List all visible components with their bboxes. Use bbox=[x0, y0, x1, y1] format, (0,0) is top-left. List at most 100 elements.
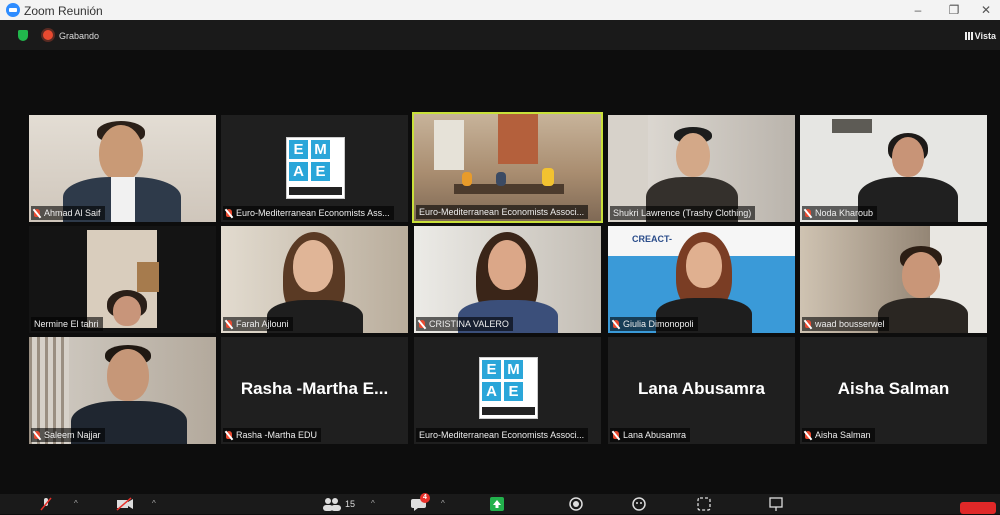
participants-icon bbox=[323, 498, 341, 511]
logo-caption bbox=[482, 407, 535, 415]
participant-name-bar: Euro-Mediterranean Economists Ass... bbox=[223, 206, 394, 220]
participant-name: Euro-Mediterranean Economists Associ... bbox=[419, 430, 585, 440]
record-button[interactable] bbox=[569, 497, 583, 511]
video-tile[interactable]: Nermine El tahri bbox=[29, 226, 216, 333]
meeting-info-bar: Grabando Vista bbox=[0, 20, 1000, 50]
reactions-button[interactable] bbox=[632, 497, 646, 511]
whiteboard-button[interactable] bbox=[769, 497, 783, 511]
video-tile-active-speaker[interactable]: Euro-Mediterranean Economists Associ... bbox=[412, 112, 603, 223]
participant-name: Euro-Mediterranean Economists Associ... bbox=[419, 207, 585, 217]
video-tile[interactable]: E M A E Euro-Mediterranean Economists As… bbox=[221, 115, 408, 222]
video-tile[interactable]: E M A E Euro-Mediterranean Economists As… bbox=[414, 337, 601, 444]
person-head bbox=[902, 252, 940, 298]
muted-mic-icon bbox=[805, 209, 811, 217]
participant-name-bar: Farah Ajlouni bbox=[223, 317, 293, 331]
video-tile[interactable]: Saleem Najjar bbox=[29, 337, 216, 444]
muted-mic-icon bbox=[805, 320, 811, 328]
logo-letter: A bbox=[289, 162, 308, 181]
end-meeting-button[interactable] bbox=[960, 502, 996, 514]
logo-letter: E bbox=[504, 382, 523, 401]
person-head bbox=[892, 137, 924, 177]
brick-wall bbox=[498, 114, 538, 164]
logo-letter: A bbox=[482, 382, 501, 401]
participant-name-bar: Euro-Mediterranean Economists Associ... bbox=[416, 205, 589, 219]
minimize-button[interactable]: – bbox=[908, 2, 928, 18]
video-tile[interactable]: Aisha Salman Aisha Salman bbox=[800, 337, 987, 444]
participant-name: Noda Kharoub bbox=[815, 208, 874, 218]
muted-mic-icon bbox=[226, 320, 232, 328]
muted-mic-icon bbox=[805, 431, 811, 439]
participant-name-bar: Lana Abusamra bbox=[610, 428, 691, 442]
logo-letter: E bbox=[289, 140, 308, 159]
audio-options-chevron-icon[interactable]: ^ bbox=[74, 497, 78, 511]
video-tile[interactable]: Lana Abusamra Lana Abusamra bbox=[608, 337, 795, 444]
participant-name-bar: Noda Kharoub bbox=[802, 206, 878, 220]
banner-text: CREACT- bbox=[632, 234, 672, 244]
person-head bbox=[107, 349, 149, 401]
apps-icon bbox=[697, 497, 711, 511]
participant-display-name: Aisha Salman bbox=[837, 379, 950, 398]
participant-name: Rasha -Martha EDU bbox=[236, 430, 318, 440]
chat-button[interactable]: 4 bbox=[410, 493, 430, 511]
video-tile[interactable]: Noda Kharoub bbox=[800, 115, 987, 222]
person-body bbox=[878, 298, 968, 333]
video-tile[interactable]: Shukri Lawrence (Trashy Clothing) bbox=[608, 115, 795, 222]
recording-icon bbox=[43, 30, 53, 40]
participant-name-bar: Euro-Mediterranean Economists Associ... bbox=[416, 428, 589, 442]
video-options-chevron-icon[interactable]: ^ bbox=[152, 497, 156, 511]
muted-mic-icon bbox=[226, 209, 232, 217]
muted-mic-icon bbox=[34, 431, 40, 439]
video-tile[interactable]: Ahmad Al Saif bbox=[29, 115, 216, 222]
person-head bbox=[113, 296, 141, 326]
participant-name: Nermine El tahri bbox=[34, 319, 99, 329]
video-tile[interactable]: CRISTINA VALERO bbox=[414, 226, 601, 333]
person-head bbox=[686, 242, 722, 288]
recording-label: Grabando bbox=[59, 31, 100, 41]
participant-name: waad bousserwel bbox=[815, 319, 885, 329]
apps-button[interactable] bbox=[697, 497, 711, 511]
mute-button[interactable] bbox=[40, 497, 52, 511]
person-head bbox=[99, 125, 143, 181]
person bbox=[496, 172, 506, 186]
record-icon bbox=[569, 497, 583, 511]
participant-name-bar: waad bousserwel bbox=[802, 317, 889, 331]
chat-options-chevron-icon[interactable]: ^ bbox=[441, 497, 445, 511]
person bbox=[462, 172, 472, 186]
meeting-toolbar: ^ ^ 15 ^ 4 ^ bbox=[0, 493, 1000, 514]
wall-frame bbox=[832, 119, 872, 133]
zoom-logo-icon bbox=[6, 3, 20, 17]
microphone-muted-icon bbox=[40, 497, 52, 511]
logo-caption bbox=[289, 187, 342, 195]
restore-button[interactable]: ❐ bbox=[944, 2, 964, 18]
video-tile[interactable]: CREACT- Giulia Dimonopoli bbox=[608, 226, 795, 333]
shirt bbox=[111, 177, 135, 222]
view-button[interactable]: Vista bbox=[964, 31, 996, 41]
participant-name: Farah Ajlouni bbox=[236, 319, 289, 329]
participants-options-chevron-icon[interactable]: ^ bbox=[371, 497, 375, 511]
muted-mic-icon bbox=[613, 320, 619, 328]
person-head bbox=[676, 133, 710, 177]
participant-name: Ahmad Al Saif bbox=[44, 208, 101, 218]
emea-logo: E M A E bbox=[479, 357, 538, 419]
close-button[interactable]: ✕ bbox=[976, 2, 996, 18]
grid-view-icon bbox=[964, 32, 973, 40]
muted-mic-icon bbox=[419, 320, 425, 328]
participant-display-name: Lana Abusamra bbox=[638, 379, 765, 398]
muted-mic-icon bbox=[34, 209, 40, 217]
participants-count: 15 bbox=[345, 499, 356, 509]
security-shield-icon[interactable] bbox=[18, 30, 28, 41]
video-tile[interactable]: waad bousserwel bbox=[800, 226, 987, 333]
person-head bbox=[488, 240, 526, 290]
participants-button[interactable] bbox=[322, 497, 342, 511]
emea-logo: E M A E bbox=[286, 137, 345, 199]
share-screen-button[interactable] bbox=[490, 497, 504, 511]
video-tile[interactable]: Rasha -Martha E... Rasha -Martha EDU bbox=[221, 337, 408, 444]
participant-name-bar: Giulia Dimonopoli bbox=[610, 317, 698, 331]
video-tile[interactable]: Farah Ajlouni bbox=[221, 226, 408, 333]
chat-unread-badge: 4 bbox=[420, 493, 430, 503]
participant-name: Giulia Dimonopoli bbox=[623, 319, 694, 329]
reaction-smiley-icon bbox=[632, 497, 646, 511]
stop-video-button[interactable] bbox=[116, 497, 134, 511]
shelf bbox=[137, 262, 159, 292]
logo-letter: M bbox=[311, 140, 330, 159]
